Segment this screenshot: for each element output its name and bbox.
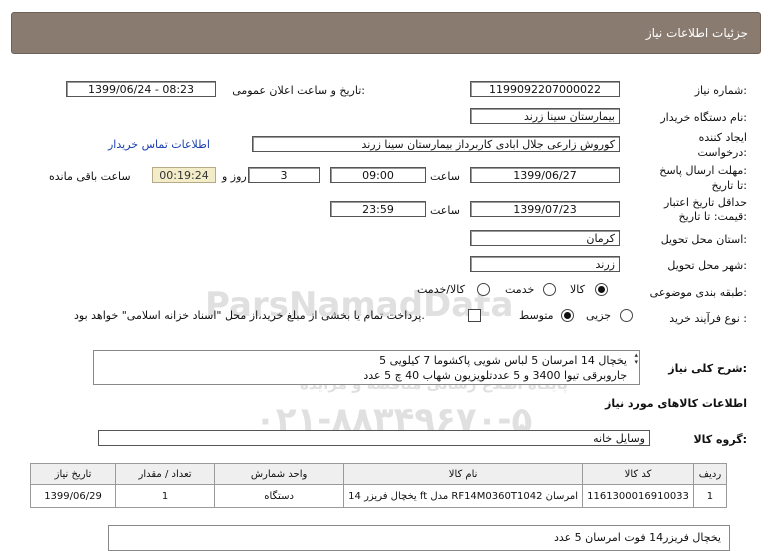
- remaining-time-label: ساعت باقی مانده: [49, 170, 131, 183]
- city-label: شهر محل تحویل:: [667, 259, 747, 272]
- treasury-payment-checkbox[interactable]: [468, 309, 481, 322]
- reply-deadline-label-1: مهلت ارسال پاسخ:: [659, 164, 747, 177]
- col-unit: واحد شمارش: [214, 463, 345, 485]
- creator-label-1: ایجاد کننده: [698, 131, 747, 144]
- treasury-payment-note: پرداخت تمام یا بخشی از مبلغ خرید،از محل …: [74, 309, 425, 322]
- creator-label-2: درخواست:: [697, 146, 748, 159]
- goods-note-box: یخچال فریزر14 فوت امرسان 5 عدد: [108, 525, 730, 551]
- buyer-org-field: بیمارستان سینا زرند: [470, 108, 620, 124]
- process-medium-label: متوسط: [519, 309, 554, 322]
- resize-arrows-icon[interactable]: ▴ ▾: [634, 352, 638, 366]
- page-title: جزئیات اطلاعات نیاز: [645, 26, 748, 40]
- description-textarea[interactable]: یخچال 14 امرسان 5 لباس شویی پاکشوما 7 کی…: [93, 350, 640, 385]
- table-row[interactable]: 1399/06/29 1 دستگاه یخچال فریزر 14 ft مد…: [29, 484, 728, 508]
- description-line-1: یخچال 14 امرسان 5 لباس شویی پاکشوما 7 کی…: [379, 354, 627, 367]
- creator-field: کوروش زارعی جلال ابادی کاربرداز بیمارستا…: [252, 136, 620, 152]
- category-goods-label: کالا: [570, 283, 585, 296]
- goods-table: تاریخ نیاز تعداد / مقدار واحد شمارش نام …: [29, 463, 728, 508]
- announce-label: تاریخ و ساعت اعلان عمومی:: [232, 84, 365, 97]
- process-minor-label: جزیی: [586, 309, 612, 322]
- col-row-number: ردیف: [692, 463, 728, 485]
- category-goods-radio[interactable]: [595, 283, 608, 296]
- cell-need-date: 1399/06/29: [29, 484, 117, 508]
- contact-buyer-link[interactable]: اطلاعات تماس خریدار: [108, 138, 210, 151]
- category-label: طبقه بندی موضوعی:: [649, 286, 747, 299]
- city-field: زرند: [470, 256, 620, 272]
- remaining-time-field: 00:19:24: [152, 167, 216, 183]
- price-time-label: ساعت: [430, 204, 460, 217]
- reply-date-field: 1399/06/27: [470, 167, 620, 183]
- reply-time-label: ساعت: [430, 170, 460, 183]
- process-label: نوع فرآیند خرید :: [669, 312, 747, 325]
- col-goods-name: نام کالا: [343, 463, 584, 485]
- price-date-field: 1399/07/23: [470, 201, 620, 217]
- reply-deadline-label-2: تا تاریخ:: [711, 179, 747, 192]
- goods-group-field: وسایل خانه: [98, 430, 650, 446]
- page-header: جزئیات اطلاعات نیاز: [11, 12, 761, 54]
- need-number-field: 1199092207000022: [470, 81, 620, 97]
- category-service-radio[interactable]: [543, 283, 556, 296]
- cell-goods-code: 1161300016910033: [582, 484, 694, 508]
- process-minor-radio[interactable]: [620, 309, 633, 322]
- col-need-date: تاریخ نیاز: [29, 463, 117, 485]
- province-field: کرمان: [470, 230, 620, 246]
- description-label: شرح کلی نیاز:: [668, 362, 747, 375]
- need-number-label: شماره نیاز:: [694, 84, 747, 97]
- cell-unit: دستگاه: [214, 484, 345, 508]
- cell-row-number: 1: [692, 484, 728, 508]
- cell-quantity: 1: [115, 484, 216, 508]
- goods-info-title: اطلاعات کالاهای مورد نیاز: [605, 397, 747, 410]
- days-label: روز و: [222, 170, 247, 183]
- process-medium-radio[interactable]: [561, 309, 574, 322]
- announce-field: 1399/06/24 - 08:23: [66, 81, 216, 97]
- buyer-org-label: نام دستگاه خریدار:: [660, 111, 747, 124]
- col-goods-code: کد کالا: [582, 463, 694, 485]
- category-goods-service-label: کالا/خدمت: [417, 283, 465, 296]
- category-service-label: خدمت: [505, 283, 535, 296]
- price-validity-label-1: حداقل تاریخ اعتبار: [663, 196, 747, 209]
- goods-group-label: گروه کالا:: [693, 433, 747, 446]
- cell-goods-name: یخچال فریزر 14 ft مدل RF14M0360T1042 امر…: [343, 484, 584, 508]
- price-time-field: 23:59: [330, 201, 426, 217]
- province-label: استان محل تحویل:: [660, 233, 747, 246]
- table-header-row: تاریخ نیاز تعداد / مقدار واحد شمارش نام …: [29, 463, 728, 485]
- price-validity-label-2: قیمت: تا تاریخ:: [678, 210, 747, 223]
- days-field: 3: [248, 167, 320, 183]
- col-quantity: تعداد / مقدار: [115, 463, 216, 485]
- goods-note-text: یخچال فریزر14 فوت امرسان 5 عدد: [553, 531, 721, 544]
- reply-time-field: 09:00: [330, 167, 426, 183]
- description-line-2: جاروبرقی تیوا 3400 و 5 عددتلویزیون شهاب …: [363, 369, 627, 382]
- category-goods-service-radio[interactable]: [477, 283, 490, 296]
